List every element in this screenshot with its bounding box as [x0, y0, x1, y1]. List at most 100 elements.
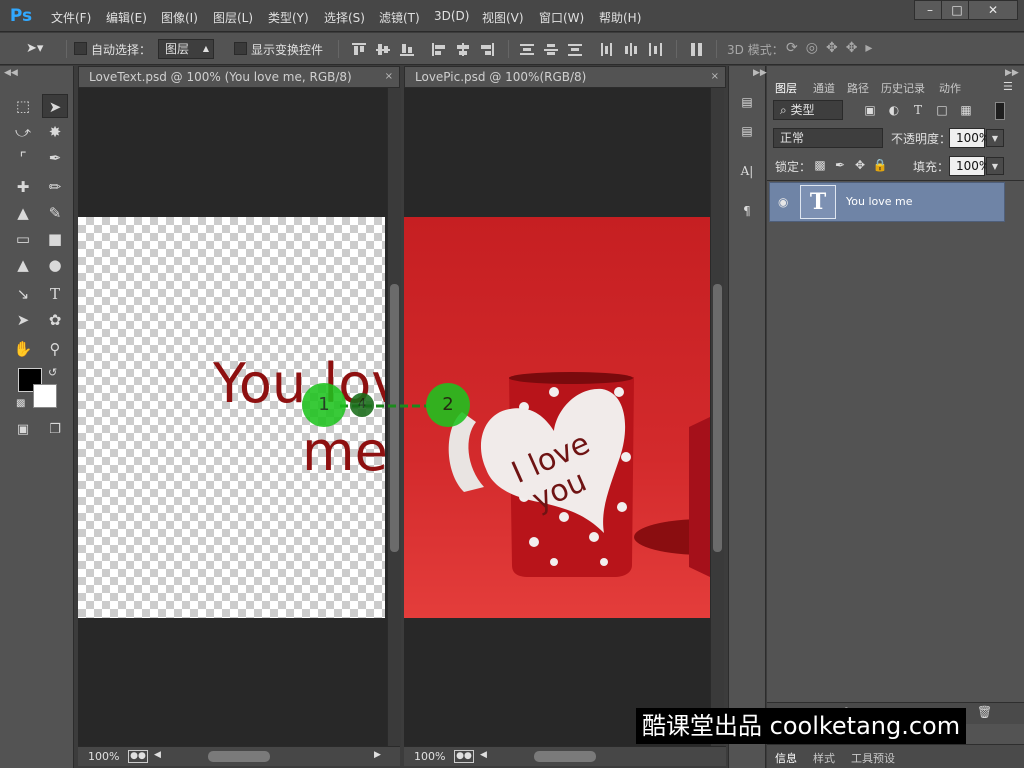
doc-info-icon[interactable]: ●●: [454, 750, 474, 763]
opacity-slider-toggle-icon[interactable]: ▼: [986, 129, 1004, 147]
move-tool-icon[interactable]: ➤: [42, 94, 68, 118]
distribute-right-icon[interactable]: [648, 43, 662, 56]
quick-mask-icon[interactable]: ▣: [10, 418, 36, 442]
align-bottom-icon[interactable]: [400, 43, 414, 56]
layer-name[interactable]: You love me: [846, 195, 913, 208]
character-panel-icon[interactable]: A|: [738, 162, 756, 180]
distribute-vcenter-icon[interactable]: [544, 43, 558, 56]
fill-slider-toggle-icon[interactable]: ▼: [986, 157, 1004, 175]
properties-panel-icon[interactable]: ▤: [738, 122, 756, 140]
distribute-left-icon[interactable]: [600, 43, 614, 56]
3d-mode-tools[interactable]: ⟳◎✥✥▸: [786, 40, 906, 58]
tab-tool-presets[interactable]: 工具预设: [851, 750, 895, 766]
blend-mode-dropdown[interactable]: 正常: [773, 128, 883, 148]
magic-wand-tool-icon[interactable]: ✸: [42, 120, 68, 144]
menu-select[interactable]: 选择(S): [324, 9, 365, 25]
lovetext-horizontal-scroll-thumb[interactable]: [208, 751, 270, 762]
opacity-input[interactable]: 100%: [949, 128, 990, 148]
swap-colors-icon[interactable]: ↺: [48, 366, 57, 379]
paragraph-panel-icon[interactable]: ¶: [738, 202, 756, 220]
lovepic-scroll-thumb[interactable]: [713, 284, 722, 552]
lock-image-icon[interactable]: ✒: [831, 156, 849, 174]
type-tool-icon[interactable]: T: [42, 282, 68, 306]
filter-pixel-icon[interactable]: ▣: [861, 101, 879, 119]
collapse-tools-icon[interactable]: ◀◀: [4, 68, 18, 78]
doc-info-icon[interactable]: ●●: [128, 750, 148, 763]
fill-input[interactable]: 100%: [949, 156, 990, 176]
custom-shape-tool-icon[interactable]: ✿: [42, 308, 68, 332]
distribute-hcenter-icon[interactable]: [624, 43, 638, 56]
layer-row-you-love-me[interactable]: ◉ T You love me: [769, 182, 1005, 222]
tab-layers[interactable]: 图层: [775, 80, 797, 96]
tab-info[interactable]: 信息: [775, 750, 797, 766]
hand-tool-icon[interactable]: ✋: [10, 337, 36, 361]
tab-paths[interactable]: 路径: [847, 80, 869, 96]
menu-file[interactable]: 文件(F): [51, 9, 91, 25]
menu-edit[interactable]: 编辑(E): [106, 9, 147, 25]
tab-history[interactable]: 历史记录: [881, 80, 925, 96]
lovetext-zoom[interactable]: 100%: [88, 750, 119, 763]
align-left-icon[interactable]: [432, 43, 446, 56]
expand-panels-icon[interactable]: ▶▶: [753, 68, 767, 78]
distribute-bottom-icon[interactable]: [568, 43, 582, 56]
tab-lovetext-close-icon[interactable]: ×: [385, 67, 393, 87]
auto-align-icon[interactable]: [690, 43, 704, 56]
eyedropper-tool-icon[interactable]: ✒: [42, 146, 68, 170]
layer-visibility-eye-icon[interactable]: ◉: [778, 195, 788, 209]
tab-actions[interactable]: 动作: [939, 80, 961, 96]
blur-tool-icon[interactable]: ▲: [10, 253, 36, 277]
lovepic-vertical-scrollbar[interactable]: [710, 88, 724, 746]
panel-menu-icon[interactable]: ☰: [1003, 80, 1013, 93]
menu-view[interactable]: 视图(V): [482, 9, 524, 25]
auto-select-checkbox[interactable]: [74, 42, 87, 55]
menu-window[interactable]: 窗口(W): [539, 9, 584, 25]
default-colors-icon[interactable]: ▩: [16, 398, 25, 409]
close-button[interactable]: ✕: [968, 0, 1018, 20]
tab-lovepic[interactable]: LovePic.psd @ 100%(RGB/8) ×: [404, 66, 726, 88]
lovetext-vertical-scrollbar[interactable]: [387, 88, 401, 746]
gradient-tool-icon[interactable]: ■: [42, 227, 68, 251]
menu-type[interactable]: 类型(Y): [268, 9, 309, 25]
3d-roll-icon[interactable]: ◎: [806, 40, 826, 56]
zoom-tool-icon[interactable]: ⚲: [42, 337, 68, 361]
filter-adjustment-icon[interactable]: ◐: [885, 101, 903, 119]
lovepic-horizontal-scroll-thumb[interactable]: [534, 751, 596, 762]
menu-filter[interactable]: 滤镜(T): [379, 9, 420, 25]
align-top-icon[interactable]: [352, 43, 366, 56]
align-vcenter-icon[interactable]: [376, 43, 390, 56]
layer-filter-dropdown[interactable]: ⌕ 类型: [773, 100, 843, 120]
tab-lovetext[interactable]: LoveText.psd @ 100% (You love me, RGB/8)…: [78, 66, 400, 88]
lovetext-scroll-thumb[interactable]: [390, 284, 399, 552]
clone-stamp-tool-icon[interactable]: ▲: [10, 201, 36, 225]
lock-all-icon[interactable]: 🔒: [871, 156, 889, 174]
menu-layer[interactable]: 图层(L): [213, 9, 253, 25]
scroll-left-icon[interactable]: ◀: [154, 750, 161, 760]
3d-rotate-icon[interactable]: ⟳: [786, 40, 806, 56]
3d-scale-icon[interactable]: ▸: [865, 40, 880, 56]
filter-type-icon[interactable]: T: [909, 101, 927, 119]
3d-pan-icon[interactable]: ✥: [826, 40, 846, 56]
tab-channels[interactable]: 通道: [813, 80, 835, 96]
tab-styles[interactable]: 样式: [813, 750, 835, 766]
healing-brush-tool-icon[interactable]: ✚: [10, 175, 36, 199]
dodge-tool-icon[interactable]: ●: [42, 253, 68, 277]
3d-slide-icon[interactable]: ✥: [846, 40, 866, 56]
menu-image[interactable]: 图像(I): [161, 9, 198, 25]
brush-tool-icon[interactable]: ✏: [42, 175, 68, 199]
path-selection-tool-icon[interactable]: ➤: [10, 308, 36, 332]
lock-transparent-icon[interactable]: ▩: [811, 156, 829, 174]
filter-smart-object-icon[interactable]: ▦: [957, 101, 975, 119]
align-right-icon[interactable]: [480, 43, 494, 56]
scroll-left-icon[interactable]: ◀: [480, 750, 487, 760]
delete-layer-icon[interactable]: 🗑: [977, 705, 992, 719]
background-color-swatch[interactable]: [33, 384, 57, 408]
align-hcenter-icon[interactable]: [456, 43, 470, 56]
filter-toggle-switch[interactable]: [995, 102, 1005, 120]
scroll-right-icon[interactable]: ▶: [374, 750, 381, 760]
filter-shape-icon[interactable]: □: [933, 101, 951, 119]
tab-lovepic-close-icon[interactable]: ×: [711, 67, 719, 87]
auto-select-dropdown[interactable]: 图层 ▲: [158, 39, 214, 59]
crop-tool-icon[interactable]: ⌜: [10, 146, 36, 170]
history-brush-tool-icon[interactable]: ✎: [42, 201, 68, 225]
marquee-tool-icon[interactable]: ⬚: [10, 94, 36, 118]
